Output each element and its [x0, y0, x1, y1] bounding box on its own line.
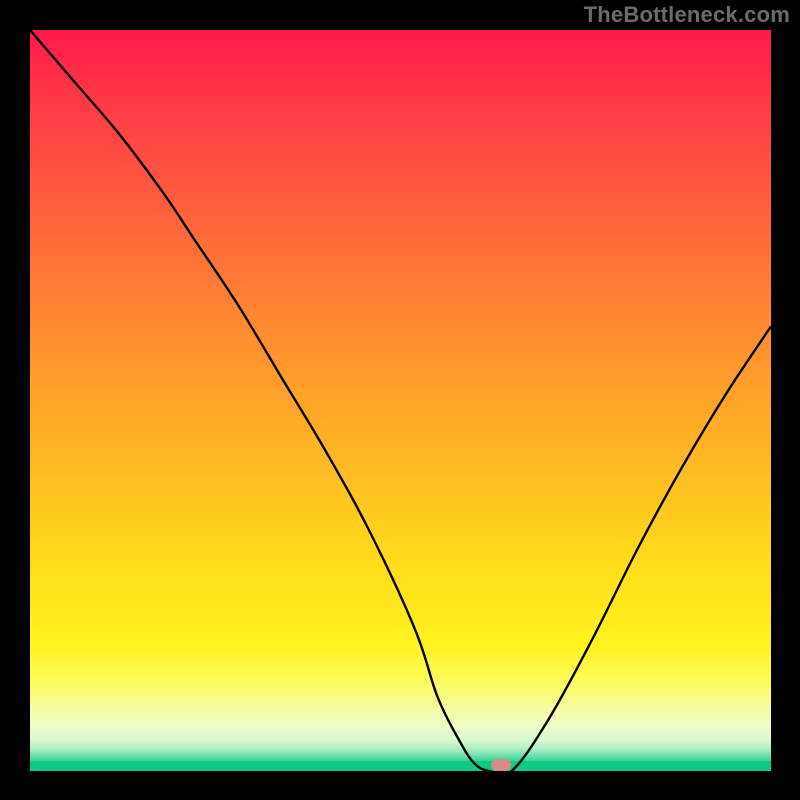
plot-area — [30, 30, 771, 771]
current-position-marker — [491, 759, 511, 771]
bottleneck-curve — [30, 30, 771, 771]
chart-frame: TheBottleneck.com — [0, 0, 800, 800]
watermark-text: TheBottleneck.com — [584, 2, 790, 28]
